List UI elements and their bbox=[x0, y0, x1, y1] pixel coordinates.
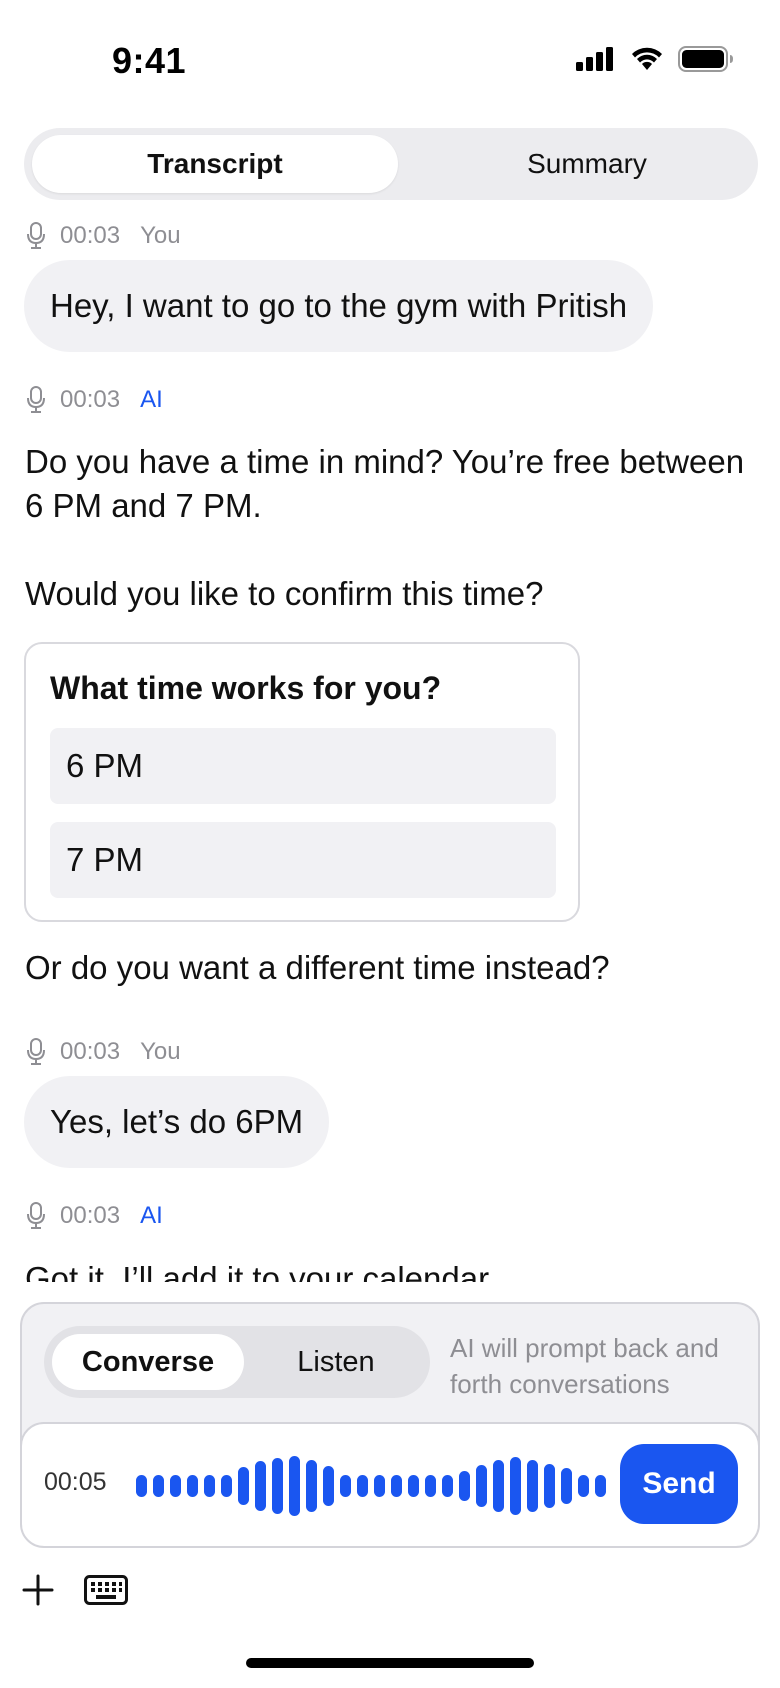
waveform-bar bbox=[425, 1475, 436, 1497]
message-meta: 00:03 AI bbox=[26, 1202, 163, 1230]
waveform-bar bbox=[595, 1475, 606, 1497]
message-meta: 00:03 AI bbox=[26, 386, 163, 414]
waveform-bar bbox=[374, 1475, 385, 1497]
message-speaker: You bbox=[140, 1038, 181, 1065]
message-timestamp: 00:03 bbox=[60, 222, 121, 249]
message-speaker: AI bbox=[140, 1202, 163, 1229]
time-option-7pm[interactable]: 7 PM bbox=[50, 822, 556, 898]
waveform-bar bbox=[408, 1475, 419, 1497]
ai-message-text: Got it. I’ll add it to your calendar. bbox=[25, 1260, 497, 1282]
status-bar: 9:41 bbox=[0, 0, 780, 120]
mode-hint: AI will prompt back and forth conversati… bbox=[450, 1333, 719, 1399]
waveform-bar bbox=[476, 1465, 487, 1507]
waveform-bar bbox=[272, 1458, 283, 1514]
microphone-icon bbox=[27, 386, 45, 413]
waveform-bar bbox=[578, 1475, 589, 1497]
waveform-bar bbox=[136, 1475, 147, 1497]
message-speaker: You bbox=[140, 222, 181, 249]
recording-bar: 00:05 Send bbox=[22, 1422, 758, 1546]
message-speaker: AI bbox=[140, 386, 163, 413]
battery-icon bbox=[678, 46, 733, 72]
waveform-bar bbox=[255, 1461, 266, 1511]
waveform-bar bbox=[459, 1471, 470, 1501]
transcript-list[interactable]: 00:03 You Hey, I want to go to the gym w… bbox=[0, 210, 780, 1282]
microphone-icon bbox=[27, 1038, 45, 1065]
recording-time: 00:05 bbox=[44, 1468, 107, 1496]
bottom-toolbar bbox=[20, 1572, 128, 1608]
tab-summary[interactable]: Summary bbox=[404, 135, 770, 193]
wifi-icon bbox=[632, 47, 662, 70]
waveform-bar bbox=[221, 1475, 232, 1497]
message-timestamp: 00:03 bbox=[60, 1202, 121, 1229]
waveform-bar bbox=[527, 1460, 538, 1512]
waveform bbox=[136, 1456, 606, 1516]
choice-title: What time works for you? bbox=[50, 670, 442, 706]
transcript-summary-switch: Transcript Summary bbox=[24, 128, 758, 200]
ai-followup-text: Or do you want a different time instead? bbox=[25, 949, 610, 986]
waveform-bar bbox=[238, 1467, 249, 1505]
waveform-bar bbox=[323, 1466, 334, 1506]
microphone-icon bbox=[27, 1202, 45, 1229]
mode-switch: Converse Listen bbox=[44, 1326, 430, 1398]
mode-converse[interactable]: Converse bbox=[52, 1334, 244, 1390]
keyboard-icon[interactable] bbox=[84, 1575, 128, 1605]
plus-icon[interactable] bbox=[20, 1572, 56, 1608]
waveform-bar bbox=[391, 1475, 402, 1497]
user-message-bubble: Hey, I want to go to the gym with Pritis… bbox=[24, 260, 654, 352]
waveform-bar bbox=[510, 1457, 521, 1515]
waveform-bar bbox=[153, 1475, 164, 1497]
waveform-bar bbox=[493, 1460, 504, 1512]
message-timestamp: 00:03 bbox=[60, 1038, 121, 1065]
home-indicator bbox=[246, 1658, 534, 1668]
signal-icon bbox=[576, 47, 613, 71]
waveform-bar bbox=[357, 1475, 368, 1497]
message-timestamp: 00:03 bbox=[60, 386, 121, 413]
waveform-bar bbox=[204, 1475, 215, 1497]
message-meta: 00:03 You bbox=[26, 222, 181, 250]
ai-message-question: Would you like to confirm this time? bbox=[25, 575, 544, 612]
waveform-bar bbox=[187, 1475, 198, 1497]
waveform-bar bbox=[442, 1475, 453, 1497]
waveform-bar bbox=[340, 1475, 351, 1497]
waveform-bar bbox=[170, 1475, 181, 1497]
ai-message-text: Do you have a time in mind? You’re free … bbox=[25, 443, 745, 524]
message-meta: 00:03 You bbox=[26, 1038, 181, 1066]
time-choice-card: What time works for you? 6 PM 7 PM bbox=[24, 642, 580, 922]
mode-listen[interactable]: Listen bbox=[250, 1334, 422, 1390]
microphone-icon bbox=[27, 222, 45, 249]
tab-transcript[interactable]: Transcript bbox=[32, 135, 398, 193]
status-icons bbox=[576, 46, 734, 72]
waveform-bar bbox=[289, 1456, 300, 1516]
status-time: 9:41 bbox=[112, 40, 187, 81]
user-message-bubble: Yes, let’s do 6PM bbox=[24, 1076, 330, 1168]
send-button[interactable]: Send bbox=[620, 1444, 738, 1524]
waveform-bar bbox=[306, 1460, 317, 1512]
time-option-6pm[interactable]: 6 PM bbox=[50, 728, 556, 804]
waveform-bar bbox=[544, 1464, 555, 1508]
composer-panel: Converse Listen AI will prompt back and … bbox=[20, 1302, 760, 1548]
waveform-bar bbox=[561, 1468, 572, 1504]
